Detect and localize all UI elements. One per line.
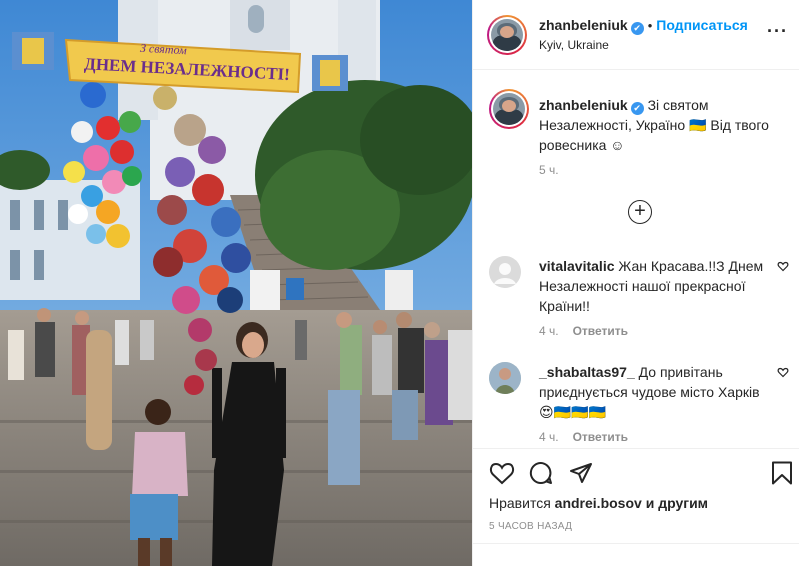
caption-body: zhanbeleniuk ✔ Зі святом Незалежності, Ук… (539, 95, 789, 155)
banner-line1: З святом (139, 40, 188, 58)
comment-meta: 4 ч. Ответить (539, 324, 628, 338)
commenter-username[interactable]: vitalavitalic (539, 258, 615, 274)
post-timestamp: 5 ЧАСОВ НАЗАД (489, 521, 573, 532)
comment-meta: 4 ч. Ответить (539, 430, 628, 444)
photo-scene (0, 0, 472, 566)
likes-user-link[interactable]: andrei.bosov (555, 495, 642, 511)
likes-suffix-link[interactable]: и другим (646, 495, 708, 511)
reply-button[interactable]: Ответить (573, 430, 628, 444)
avatar-image (491, 19, 523, 51)
commenter-avatar[interactable] (489, 362, 521, 394)
post-photo[interactable]: З святом ДНЕМ НЕЗАЛЕЖНОСТІ! (0, 0, 472, 566)
caption-avatar[interactable] (489, 89, 529, 129)
comment-body: vitalavitalic Жан Красава.!!З Днем Незал… (539, 256, 767, 316)
avatar-image (493, 93, 525, 125)
author-avatar[interactable] (487, 15, 527, 55)
avatar-image (489, 362, 521, 394)
reply-button[interactable]: Ответить (573, 324, 628, 338)
comment-like-heart-icon[interactable] (777, 260, 789, 272)
separator-dot: • (647, 18, 653, 33)
comment-item: _shabaltas97_ До привітань приєднується … (489, 362, 789, 452)
comment-age: 4 ч. (539, 324, 559, 338)
default-avatar-icon (489, 256, 521, 288)
paper-plane-icon[interactable] (569, 461, 593, 485)
add-comment-area[interactable] (473, 543, 799, 566)
comment-item: vitalavitalic Жан Красава.!!З Днем Незал… (489, 256, 789, 346)
comment-age: 4 ч. (539, 430, 559, 444)
comment-body: _shabaltas97_ До привітань приєднується … (539, 362, 767, 422)
verified-badge-icon: ✔ (630, 22, 644, 35)
heart-icon[interactable] (489, 461, 515, 485)
commenter-avatar[interactable] (489, 256, 521, 288)
bookmark-icon[interactable] (771, 461, 793, 485)
likes-prefix: Нравится (489, 495, 551, 511)
follow-button[interactable]: Подписаться (656, 17, 748, 33)
caption-age: 5 ч. (539, 163, 559, 177)
commenter-username[interactable]: _shabaltas97_ (539, 364, 635, 380)
verified-badge-icon: ✔ (630, 102, 644, 115)
post-actions-bar: Нравится andrei.bosov и другим 5 ЧАСОВ Н… (473, 448, 799, 566)
location-link[interactable]: Kyiv, Ukraine (539, 38, 609, 52)
comment-like-heart-icon[interactable] (777, 366, 789, 378)
caption-username[interactable]: zhanbeleniuk (539, 97, 628, 113)
comment-bubble-icon[interactable] (529, 461, 553, 485)
load-more-comments-button[interactable]: + (628, 200, 652, 224)
post-side-panel: zhanbeleniuk ✔ • Подписаться Kyiv, Ukraine … (472, 0, 799, 566)
post-header: zhanbeleniuk ✔ • Подписаться Kyiv, Ukraine … (473, 0, 799, 70)
more-options-icon[interactable]: ··· (767, 22, 788, 40)
likes-summary: Нравится andrei.bosov и другим (489, 495, 708, 511)
author-username[interactable]: zhanbeleniuk (539, 17, 628, 33)
